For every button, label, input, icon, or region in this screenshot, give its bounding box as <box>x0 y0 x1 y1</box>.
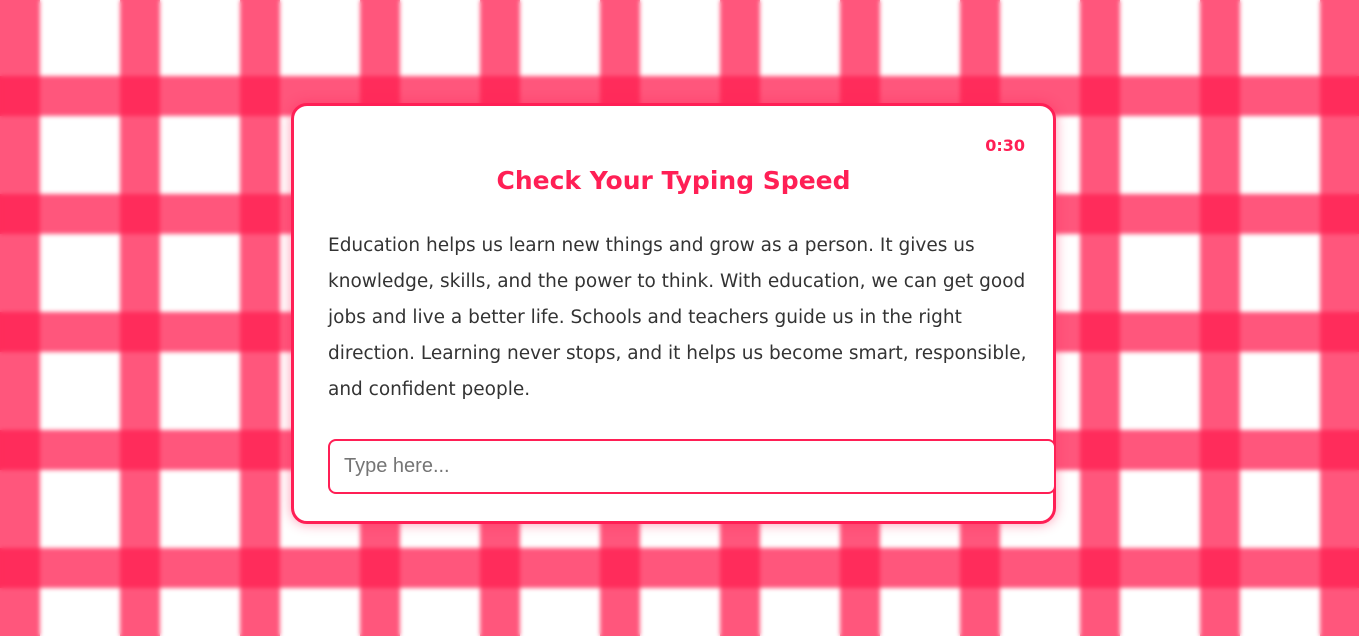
page-title: Check Your Typing Speed <box>496 166 851 195</box>
typing-test-card: 0:30 Check Your Typing Speed Education h… <box>291 103 1056 524</box>
typing-passage: Education helps us learn new things and … <box>328 235 1027 400</box>
typing-input[interactable] <box>328 439 1056 494</box>
countdown-timer: 0:30 <box>985 136 1025 155</box>
